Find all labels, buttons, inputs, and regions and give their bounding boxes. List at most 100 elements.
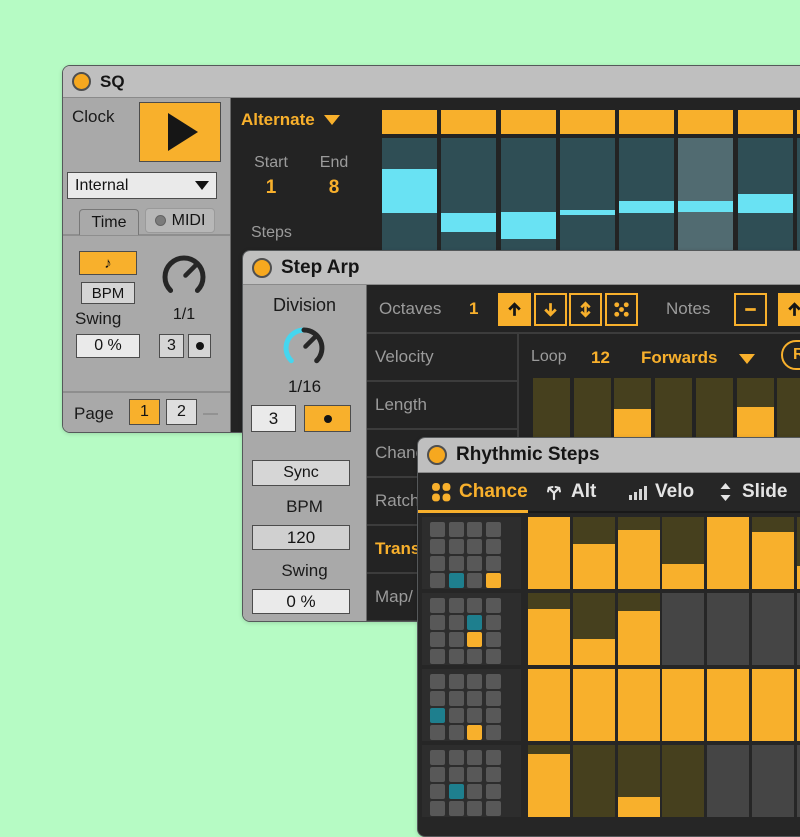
notes-up-button[interactable]: [778, 293, 800, 326]
seq-step-header[interactable]: [441, 110, 496, 134]
dotted-note-button[interactable]: [304, 405, 351, 432]
pad[interactable]: [430, 691, 445, 706]
pad[interactable]: [430, 556, 445, 571]
pad[interactable]: [449, 615, 464, 630]
dotted-note-button[interactable]: [188, 334, 211, 358]
pad[interactable]: [467, 801, 482, 816]
pad-active-yellow[interactable]: [467, 725, 482, 740]
pad[interactable]: [467, 784, 482, 799]
swing-field[interactable]: 0 %: [76, 334, 140, 358]
pad[interactable]: [430, 573, 445, 588]
start-value[interactable]: 1: [243, 177, 299, 199]
tab-slide[interactable]: Slide: [716, 473, 787, 511]
start-control[interactable]: Start 1: [243, 154, 299, 199]
rhythmic-step-cell[interactable]: [662, 517, 704, 589]
device-on-led[interactable]: [72, 72, 91, 91]
rate-knob[interactable]: [155, 248, 213, 306]
rhythmic-step-cell[interactable]: [573, 669, 615, 741]
direction-dropdown[interactable]: Forwards: [641, 348, 718, 368]
pad[interactable]: [486, 725, 501, 740]
rhythmic-step-cell[interactable]: [618, 745, 660, 817]
pad[interactable]: [486, 784, 501, 799]
tab-midi[interactable]: MIDI: [145, 208, 215, 233]
pad[interactable]: [486, 767, 501, 782]
rate-value[interactable]: 1/1: [155, 306, 213, 324]
bpm-field[interactable]: 120: [252, 525, 350, 550]
rhythmic-step-cell[interactable]: [573, 517, 615, 589]
seq-step-header[interactable]: [619, 110, 674, 134]
note-sync-button[interactable]: ♪: [79, 251, 137, 275]
rhythmic-step-cell[interactable]: [752, 669, 794, 741]
pad[interactable]: [486, 750, 501, 765]
pad-grid[interactable]: [422, 745, 521, 817]
rhythmic-step-cell[interactable]: [707, 669, 749, 741]
pad[interactable]: [486, 556, 501, 571]
param-row-velocity[interactable]: Velocity: [367, 334, 517, 382]
rhythmic-step-cell[interactable]: [752, 745, 794, 817]
pad[interactable]: [449, 539, 464, 554]
pad-active-teal[interactable]: [430, 708, 445, 723]
sync-button[interactable]: Sync: [252, 460, 350, 486]
tab-velo[interactable]: Velo: [628, 473, 694, 511]
mode-dropdown[interactable]: Alternate: [241, 110, 340, 130]
division-value[interactable]: 1/16: [243, 377, 366, 397]
pad[interactable]: [449, 767, 464, 782]
bpm-mode-button[interactable]: BPM: [81, 282, 135, 304]
pad[interactable]: [467, 539, 482, 554]
rhythmic-step-cell[interactable]: [528, 669, 570, 741]
pad[interactable]: [430, 750, 445, 765]
pad[interactable]: [467, 649, 482, 664]
pad[interactable]: [467, 556, 482, 571]
pad[interactable]: [467, 522, 482, 537]
triplet-button[interactable]: 3: [159, 334, 184, 358]
notes-minus-button[interactable]: [734, 293, 767, 326]
reset-button[interactable]: RST: [781, 340, 800, 370]
end-control[interactable]: End 8: [309, 154, 359, 199]
pad[interactable]: [449, 708, 464, 723]
pad[interactable]: [449, 801, 464, 816]
rhythmic-step-cell[interactable]: [662, 745, 704, 817]
pad[interactable]: [449, 632, 464, 647]
seq-step-header[interactable]: [560, 110, 615, 134]
rhythmic-step-cell[interactable]: [528, 745, 570, 817]
seq-step-header[interactable]: [738, 110, 793, 134]
pad[interactable]: [486, 674, 501, 689]
seq-step-header[interactable]: [382, 110, 437, 134]
pad[interactable]: [430, 725, 445, 740]
pad[interactable]: [467, 708, 482, 723]
pad[interactable]: [486, 539, 501, 554]
rhythmic-step-cell[interactable]: [752, 517, 794, 589]
rhythmic-step-cell[interactable]: [618, 669, 660, 741]
pad[interactable]: [467, 691, 482, 706]
pad[interactable]: [467, 573, 482, 588]
device-on-led[interactable]: [427, 445, 447, 465]
pad[interactable]: [486, 632, 501, 647]
clock-source-dropdown[interactable]: Internal: [67, 172, 217, 199]
pad[interactable]: [430, 801, 445, 816]
pad[interactable]: [467, 750, 482, 765]
swing-field[interactable]: 0 %: [252, 589, 350, 614]
rhythmic-step-cell[interactable]: [662, 593, 704, 665]
pad[interactable]: [449, 556, 464, 571]
device-on-led[interactable]: [252, 258, 272, 278]
pad[interactable]: [449, 674, 464, 689]
page-2-button[interactable]: 2: [166, 399, 197, 425]
rhythmic-step-cell[interactable]: [573, 745, 615, 817]
rhythmic-step-cell[interactable]: [618, 517, 660, 589]
pad[interactable]: [430, 632, 445, 647]
page-1-button[interactable]: 1: [129, 399, 160, 425]
octave-down-button[interactable]: [534, 293, 567, 326]
octave-up-button[interactable]: [498, 293, 531, 326]
pad[interactable]: [449, 725, 464, 740]
pad[interactable]: [486, 615, 501, 630]
pad-active-yellow[interactable]: [467, 632, 482, 647]
rhythmic-step-cell[interactable]: [662, 669, 704, 741]
rhythmic-step-cell[interactable]: [707, 593, 749, 665]
rhythmic-step-cell[interactable]: [707, 517, 749, 589]
pad-grid[interactable]: [422, 517, 521, 589]
seq-step-header[interactable]: [501, 110, 556, 134]
pad[interactable]: [449, 522, 464, 537]
rhythmic-step-cell[interactable]: [528, 517, 570, 589]
seq-step-header[interactable]: [678, 110, 733, 134]
pad[interactable]: [430, 598, 445, 613]
